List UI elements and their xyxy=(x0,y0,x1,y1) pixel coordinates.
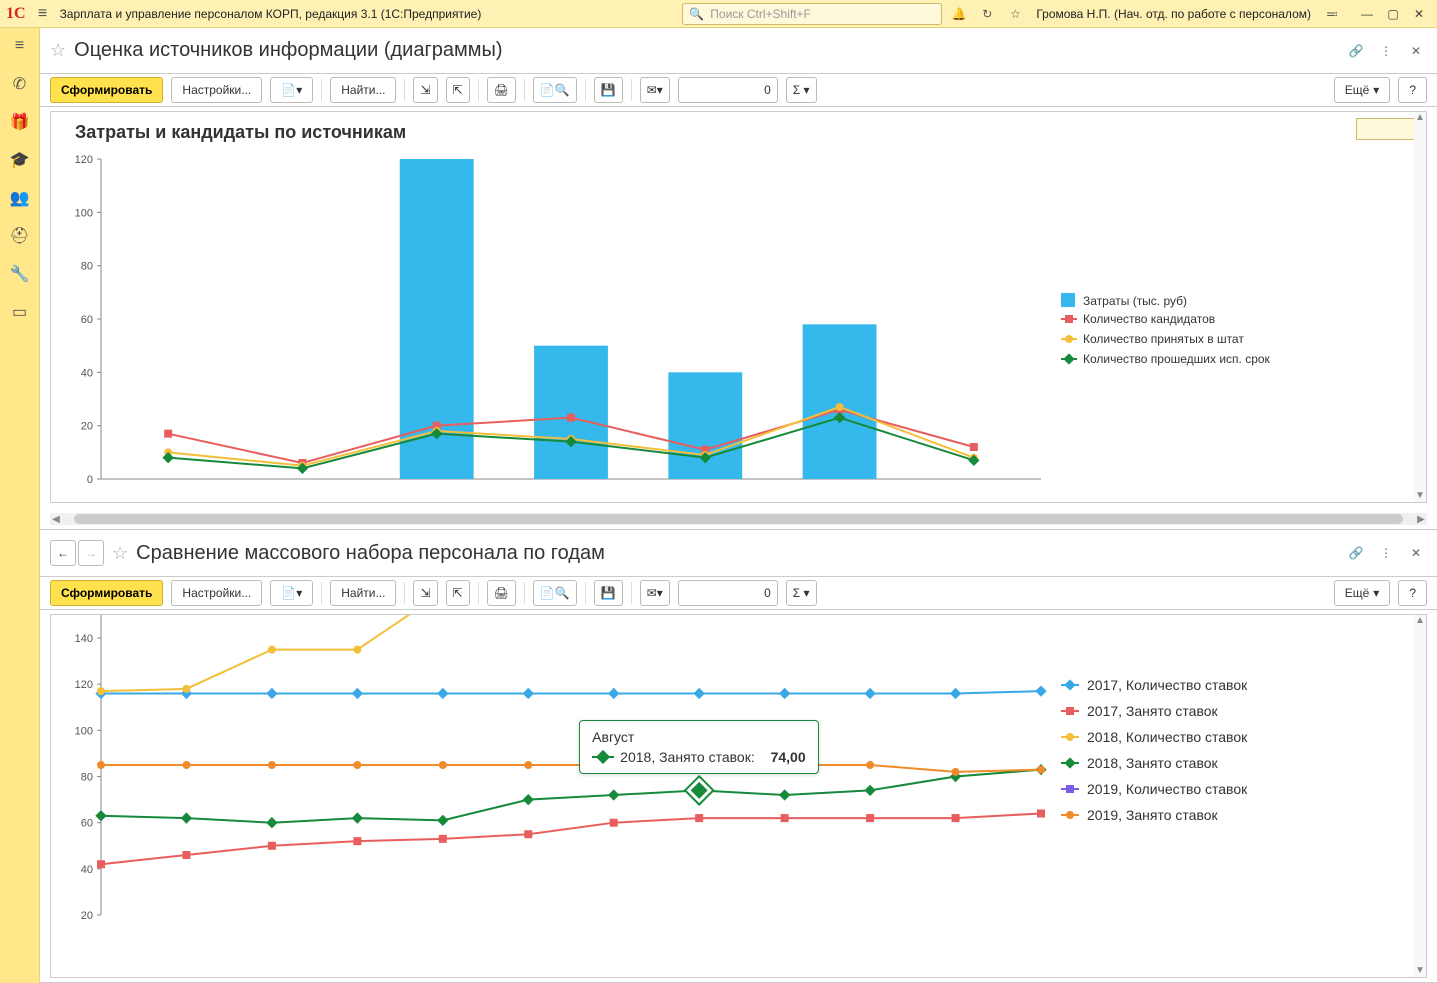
tooltip-month: Август xyxy=(592,729,805,745)
svg-text:120: 120 xyxy=(75,679,93,691)
link-icon[interactable]: 🔗 xyxy=(1345,542,1367,564)
svg-text:Количество принятых в штат: Количество принятых в штат xyxy=(1083,332,1244,346)
minimize-button[interactable]: — xyxy=(1355,3,1379,25)
tooltip-marker-icon xyxy=(592,756,614,758)
yellow-info-box xyxy=(1356,118,1416,140)
generate-button[interactable]: Сформировать xyxy=(50,580,163,606)
tooltip-value: 74,00 xyxy=(771,749,806,765)
search-icon: 🔍 xyxy=(689,7,704,21)
variants-button[interactable]: 📄▾ xyxy=(270,77,313,103)
svg-text:Затраты (тыс. руб): Затраты (тыс. руб) xyxy=(1083,294,1187,308)
svg-text:20: 20 xyxy=(81,420,93,432)
nav-gift-icon[interactable]: 🎁 xyxy=(8,110,32,134)
favorite-toggle[interactable]: ☆ xyxy=(112,543,128,564)
svg-text:2017, Занято ставок: 2017, Занято ставок xyxy=(1087,703,1219,719)
panel-menu-icon[interactable]: ⋮ xyxy=(1375,40,1397,62)
chart1-canvas: 0 20 40 60 80 100 120 Затраты (тыс. руб) Количес… xyxy=(51,149,1426,499)
global-search-input[interactable]: 🔍 Поиск Ctrl+Shift+F xyxy=(682,3,942,25)
save-button[interactable]: 💾 xyxy=(594,77,623,103)
collapse-button[interactable]: ⇱ xyxy=(446,580,470,606)
find-button[interactable]: Найти... xyxy=(330,77,396,103)
nav-people-icon[interactable]: 👥 xyxy=(8,186,32,210)
svg-text:80: 80 xyxy=(81,772,93,784)
more-button[interactable]: Ещё ▾ xyxy=(1334,77,1391,103)
settings-button[interactable]: Настройки... xyxy=(171,77,262,103)
panel-close-icon[interactable]: ✕ xyxy=(1405,40,1427,62)
svg-text:2019, Количество ставок: 2019, Количество ставок xyxy=(1087,781,1248,797)
svg-text:120: 120 xyxy=(75,154,93,166)
nav-phone-icon[interactable]: ✆ xyxy=(8,72,32,96)
hscrollbar[interactable]: ◀▶ xyxy=(50,513,1427,525)
settings-button[interactable]: Настройки... xyxy=(171,580,262,606)
help-button[interactable]: ? xyxy=(1398,580,1427,606)
print-button[interactable]: 🖨 xyxy=(487,77,516,103)
close-window-button[interactable]: ✕ xyxy=(1407,3,1431,25)
number-input[interactable]: 0 xyxy=(678,77,778,103)
main-menu-button[interactable]: ≡ xyxy=(32,3,54,25)
favorite-toggle[interactable]: ☆ xyxy=(50,40,66,61)
svg-text:100: 100 xyxy=(75,725,93,737)
find-button[interactable]: Найти... xyxy=(330,580,396,606)
svg-text:0: 0 xyxy=(87,474,93,486)
panel-close-icon[interactable]: ✕ xyxy=(1405,542,1427,564)
maximize-button[interactable]: ▢ xyxy=(1381,3,1405,25)
svg-text:100: 100 xyxy=(75,207,93,219)
user-label[interactable]: Громова Н.П. (Нач. отд. по работе с перс… xyxy=(1032,7,1315,21)
variants-button[interactable]: 📄▾ xyxy=(270,580,313,606)
expand-button[interactable]: ⇲ xyxy=(413,580,437,606)
app-title: Зарплата и управление персоналом КОРП, р… xyxy=(60,7,482,21)
nav-menu-icon[interactable]: ≡ xyxy=(8,34,32,58)
svg-text:40: 40 xyxy=(81,367,93,379)
panel1-title: Оценка источников информации (диаграммы) xyxy=(74,39,502,62)
svg-text:140: 140 xyxy=(75,633,93,645)
star-icon[interactable]: ☆ xyxy=(1004,3,1026,25)
email-button[interactable]: ✉▾ xyxy=(640,77,670,103)
panel2-title: Сравнение массового набора персонала по … xyxy=(136,542,605,565)
bell-icon[interactable]: 🔔 xyxy=(948,3,970,25)
nav-card-icon[interactable]: ▭ xyxy=(8,300,32,324)
panel-menu-icon[interactable]: ⋮ xyxy=(1375,542,1397,564)
svg-text:2017, Количество ставок: 2017, Количество ставок xyxy=(1087,677,1248,693)
search-placeholder: Поиск Ctrl+Shift+F xyxy=(710,7,935,21)
history-icon[interactable]: ↻ xyxy=(976,3,998,25)
save-button[interactable]: 💾 xyxy=(594,580,623,606)
chart-tooltip: Август 2018, Занято ставок: 74,00 xyxy=(579,720,818,774)
svg-text:60: 60 xyxy=(81,818,93,830)
link-icon[interactable]: 🔗 xyxy=(1345,40,1367,62)
back-button[interactable]: ← xyxy=(50,540,76,566)
nav-education-icon[interactable]: 🎓 xyxy=(8,148,32,172)
svg-text:60: 60 xyxy=(81,314,93,326)
svg-text:40: 40 xyxy=(81,864,93,876)
number-input[interactable]: 0 xyxy=(678,580,778,606)
sum-button[interactable]: Σ ▾ xyxy=(786,77,817,103)
svg-text:Количество прошедших исп. срок: Количество прошедших исп. срок xyxy=(1083,352,1271,366)
svg-text:20: 20 xyxy=(81,910,93,922)
print-button[interactable]: 🖨 xyxy=(487,580,516,606)
chart1-title: Затраты и кандидаты по источникам xyxy=(51,112,1426,149)
vscrollbar[interactable]: ▲▼ xyxy=(1414,615,1426,977)
svg-text:Количество кандидатов: Количество кандидатов xyxy=(1083,312,1215,326)
vscrollbar[interactable]: ▲▼ xyxy=(1414,112,1426,503)
email-button[interactable]: ✉▾ xyxy=(640,580,670,606)
app-logo: 1C xyxy=(6,5,26,23)
help-button[interactable]: ? xyxy=(1398,77,1427,103)
preview-button[interactable]: 📄🔍 xyxy=(533,580,577,606)
sum-button[interactable]: Σ ▾ xyxy=(786,580,817,606)
forward-button[interactable]: → xyxy=(78,540,104,566)
preferences-icon[interactable]: ≕ xyxy=(1321,3,1343,25)
svg-text:80: 80 xyxy=(81,260,93,272)
preview-button[interactable]: 📄🔍 xyxy=(533,77,577,103)
svg-text:2018, Занято ставок: 2018, Занято ставок xyxy=(1087,755,1219,771)
more-button[interactable]: Ещё ▾ xyxy=(1334,580,1391,606)
nav-wrench-icon[interactable]: 🔧 xyxy=(8,262,32,286)
expand-button[interactable]: ⇲ xyxy=(413,77,437,103)
collapse-button[interactable]: ⇱ xyxy=(446,77,470,103)
svg-text:2019, Занято ставок: 2019, Занято ставок xyxy=(1087,807,1219,823)
chart2-canvas: 20 40 60 80 100 120 140 2017, Количество ставок… xyxy=(51,615,1426,977)
svg-text:2018, Количество ставок: 2018, Количество ставок xyxy=(1087,729,1248,745)
nav-safety-icon[interactable]: ⛑ xyxy=(8,224,32,248)
generate-button[interactable]: Сформировать xyxy=(50,77,163,103)
tooltip-series: 2018, Занято ставок: xyxy=(620,749,755,765)
